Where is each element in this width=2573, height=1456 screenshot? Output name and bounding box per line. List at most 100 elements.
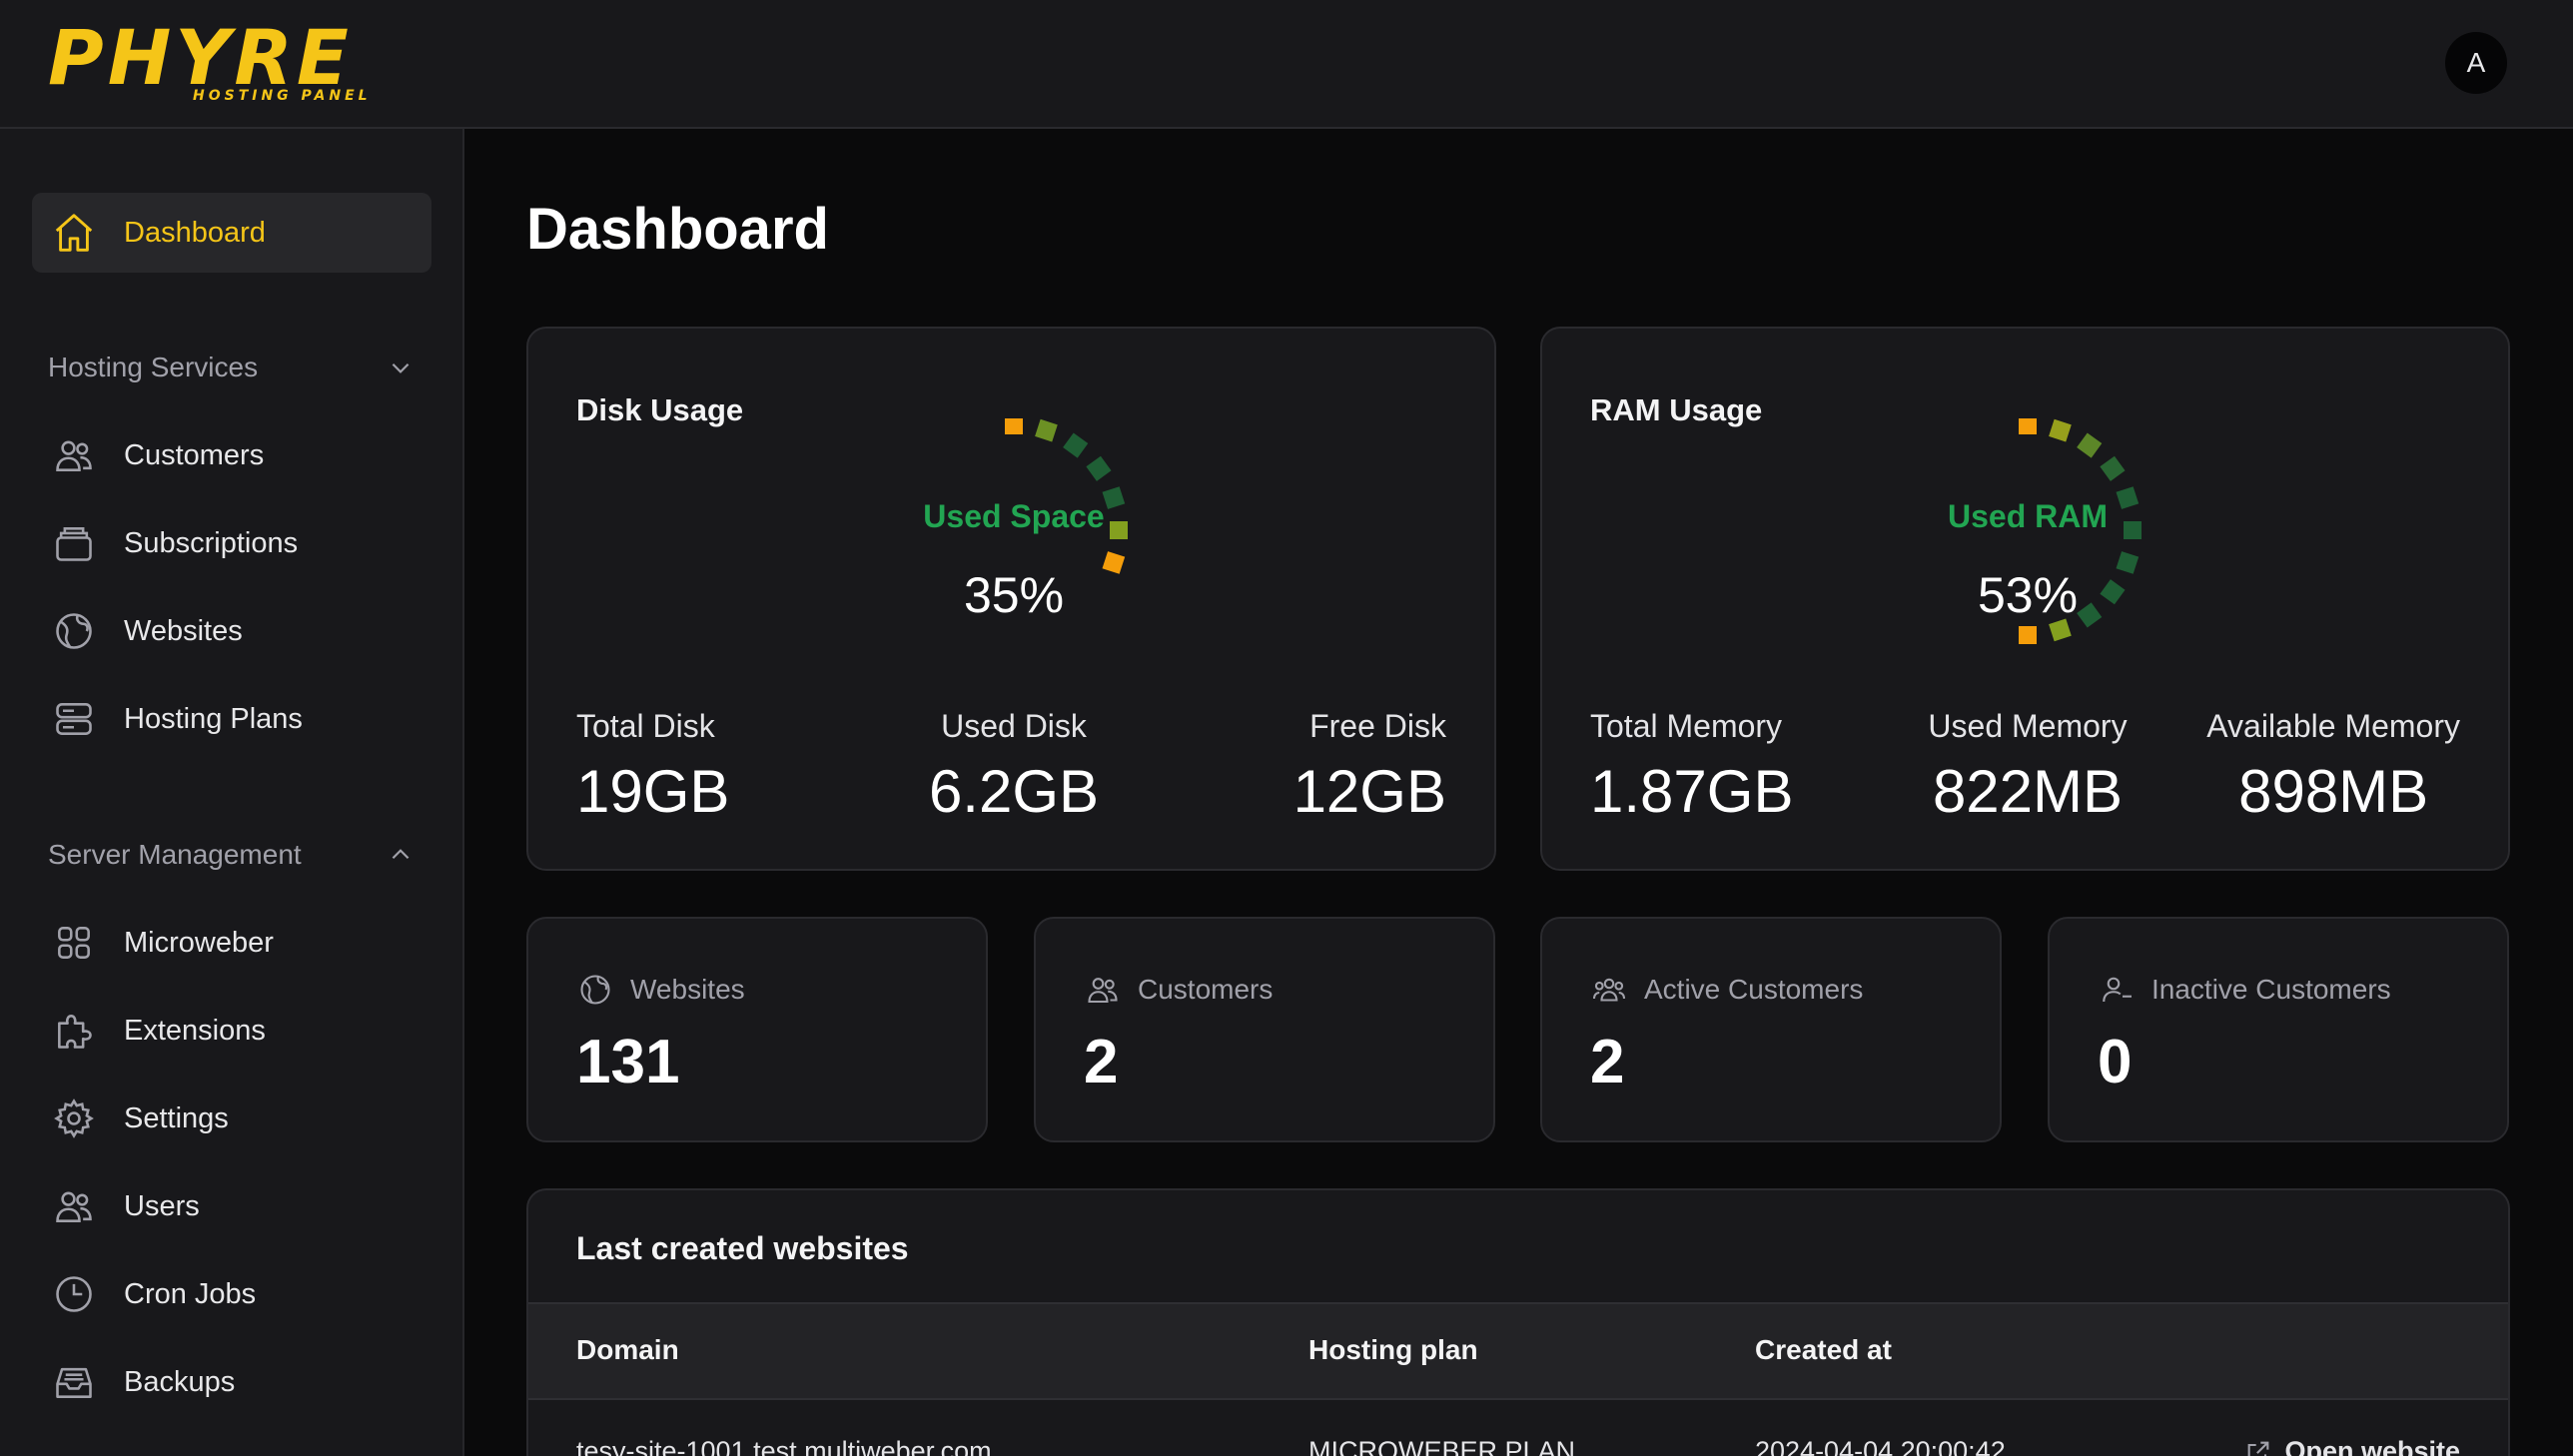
sidebar: Dashboard Hosting Services Customers Sub… [0,129,464,1456]
sidebar-item-label: Dashboard [124,216,266,249]
sidebar-item-websites[interactable]: Websites [32,591,431,671]
external-link-icon [2244,1438,2272,1456]
customers-count-card[interactable]: Customers 2 [1034,917,1495,1142]
puzzle-icon [46,1007,102,1055]
stat-total-disk: Total Disk 19GB [576,708,729,826]
logo-wordmark: PHYRE [48,13,353,102]
gauge-segment [2019,418,2037,434]
stat-label: Used Memory [1928,708,2128,744]
sidebar-item-label: Customers [124,438,265,471]
sidebar-item-label: Extensions [124,1014,266,1047]
server-icon [46,695,102,743]
ram-gauge: Used RAM 53% [1878,418,2177,658]
table-title: Last created websites [576,1230,909,1266]
table-header: Domain Hosting plan Created at [528,1302,2508,1400]
gauge-segment [2100,455,2126,481]
last-created-websites-card: Last created websites Domain Hosting pla… [526,1188,2510,1456]
sidebar-item-extensions[interactable]: Extensions [32,991,431,1071]
stat-used-disk: Used Disk 6.2GB [864,708,1164,826]
stat-value: 6.2GB [928,758,1100,825]
grid-icon [46,919,102,967]
group-title: Hosting Services [48,352,259,382]
users-icon [46,431,102,479]
sidebar-item-label: Hosting Plans [124,702,303,735]
inbox-icon [46,1358,102,1406]
users-icon [1084,971,1122,1009]
sidebar-item-label: Websites [124,614,243,647]
chevron-down-icon [384,351,418,384]
group-hosting-services[interactable]: Hosting Services [48,343,418,392]
stat-free-disk: Free Disk 12GB [1293,708,1446,826]
user-minus-icon [2098,971,2136,1009]
ram-usage-card: RAM Usage Used RAM 53% Total Memory 1.87… [1540,327,2510,871]
stat-value: 1.87GB [1590,758,1794,825]
table-row: tesy-site-1001.test.multiweber.com MICRO… [528,1400,2508,1456]
user-group-icon [1590,971,1628,1009]
gauge-segment [1035,418,1058,442]
top-bar: PHYRE HOSTING PANEL A [0,0,2573,129]
group-server-management[interactable]: Server Management [48,830,418,880]
counter-label: Websites [630,974,745,1005]
disk-usage-card: Disk Usage Used Space 35% Total Disk 19G… [526,327,1496,871]
gauge-segment [1005,418,1023,434]
stat-used-memory: Used Memory 822MB [1878,708,2177,826]
gauge-segment [1063,432,1089,458]
cell-domain: tesy-site-1001.test.multiweber.com [576,1436,992,1456]
users-icon [46,1182,102,1230]
sidebar-item-hosting-plans[interactable]: Hosting Plans [32,679,431,759]
sidebar-item-cron-jobs[interactable]: Cron Jobs [32,1254,431,1334]
sidebar-item-subscriptions[interactable]: Subscriptions [32,503,431,583]
gauge-segment [2049,418,2072,442]
disk-gauge-label: Used Space [923,498,1105,534]
open-website-label: Open website [2284,1436,2460,1456]
cell-created-at: 2024-04-04 20:00:42 [1755,1436,2006,1456]
websites-count-card[interactable]: Websites 131 [526,917,988,1142]
column-domain: Domain [576,1334,679,1365]
logo-tagline: HOSTING PANEL [193,88,372,104]
ram-gauge-label: Used RAM [1947,498,2108,534]
stat-value: 898MB [2238,758,2429,825]
group-title: Server Management [48,839,302,870]
counter-label: Active Customers [1644,974,1864,1005]
counter-value: 131 [576,1028,680,1096]
sidebar-item-users[interactable]: Users [32,1166,431,1246]
sidebar-item-label: Cron Jobs [124,1277,257,1310]
column-hosting-plan: Hosting plan [1308,1334,1478,1365]
page-title: Dashboard [526,197,829,262]
cell-hosting-plan: MICROWEBER PLAN [1308,1436,1576,1456]
phyre-logo[interactable]: PHYRE HOSTING PANEL [48,20,378,110]
sidebar-item-label: Subscriptions [124,526,299,559]
counter-label: Inactive Customers [2151,974,2391,1005]
inactive-customers-count-card[interactable]: Inactive Customers 0 [2048,917,2509,1142]
sidebar-item-microweber[interactable]: Microweber [32,903,431,983]
sidebar-item-backups[interactable]: Backups [32,1342,431,1422]
gauge-segment [2019,626,2037,644]
open-website-link[interactable]: Open website [2244,1436,2460,1456]
gauge-segment [2077,432,2103,458]
stat-label: Available Memory [2206,708,2460,744]
stat-label: Total Disk [576,708,715,744]
stack-icon [46,519,102,567]
user-avatar[interactable]: A [2445,32,2507,94]
chevron-up-icon [384,838,418,872]
sidebar-item-customers[interactable]: Customers [32,415,431,495]
counter-value: 2 [1084,1028,1119,1096]
stat-label: Used Disk [941,708,1087,744]
sidebar-item-dashboard[interactable]: Dashboard [32,193,431,273]
sidebar-item-label: Settings [124,1101,229,1134]
sidebar-item-label: Users [124,1189,200,1222]
globe-icon [46,607,102,655]
gauge-segment [1086,455,1112,481]
sidebar-item-settings[interactable]: Settings [32,1079,431,1158]
disk-usage-title: Disk Usage [576,392,744,427]
stat-available-memory: Available Memory 898MB [2206,708,2460,826]
sidebar-item-label: Microweber [124,926,274,959]
ram-usage-title: RAM Usage [1590,392,1763,427]
stat-value: 822MB [1932,758,2124,825]
ram-gauge-percent: 53% [1977,567,2079,623]
counter-label: Customers [1138,974,1274,1005]
sidebar-item-label: Backups [124,1365,236,1398]
active-customers-count-card[interactable]: Active Customers 2 [1540,917,2002,1142]
counter-value: 2 [1590,1028,1625,1096]
clock-icon [46,1270,102,1318]
